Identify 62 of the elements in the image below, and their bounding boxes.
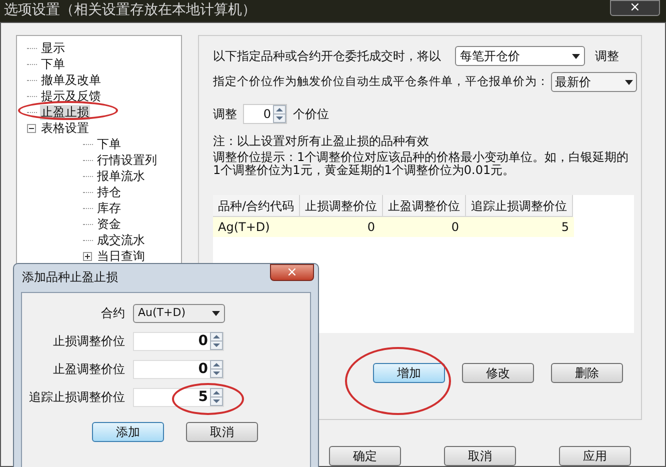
dialog-button[interactable]: 应用 [559,446,631,466]
spinner-arrows-icon [210,360,223,378]
highlight-ellipse [172,383,244,415]
tree-item[interactable]: 表格设置 [40,120,90,136]
dialog-button[interactable]: 添加 [92,422,164,442]
caret-icon [572,54,580,58]
adjust-unit: 个价位 [293,106,329,123]
tree-item[interactable]: 持仓 [96,184,122,200]
spinner-arrows-icon [210,332,223,350]
caret-icon [212,310,220,316]
tree-item[interactable]: 止盈止损 [40,104,90,120]
tree-item[interactable]: 下单 [96,136,122,152]
column-header[interactable]: 追踪止损调整价位 [466,195,574,217]
field-label: 止盈调整价位 [52,361,126,378]
tree-item[interactable]: 行情设置列 [96,152,158,168]
dialog-button[interactable]: 取消 [186,422,258,442]
dialog-button[interactable]: 删除 [551,363,623,383]
field-label: 合约 [100,305,126,322]
tree-item[interactable]: 下单 [40,56,66,72]
spinner-arrows-icon [273,105,286,123]
tree-item[interactable]: 显示 [40,40,66,56]
order-price-select[interactable]: 最新价 [551,72,637,92]
caret-icon [625,80,633,84]
number-field[interactable]: 5 [133,388,224,406]
dialog-button[interactable]: 确定 [329,446,401,466]
spinner-arrows-icon [210,388,223,406]
dialog-title: 添加品种止盈止损 [22,269,118,286]
table-cell-text: 5 [560,219,570,236]
table-cell-text: 0 [450,219,460,236]
close-button[interactable]: × [610,0,660,16]
tree-item[interactable]: 成交流水 [96,232,146,248]
tree-item[interactable]: 撤单及改单 [40,72,102,88]
table-cell-text: Ag(T+D) [217,219,271,236]
tree-item[interactable]: 提示及反馈 [40,88,102,104]
tree-item[interactable]: 当日查询 [96,248,146,264]
field-label: 追踪止损调整价位 [28,389,126,406]
note-text: 注：以上设置对所有止盈止损的品种有效 [213,134,430,149]
dialog-button[interactable]: 取消 [444,446,516,466]
column-header[interactable]: 止盈调整价位 [383,195,466,217]
tree-item[interactable]: 库存 [96,200,122,216]
dialog-button[interactable]: 修改 [462,363,534,383]
adjust-label: 调整 [213,106,237,123]
adjust-spinner[interactable]: 0 [243,104,287,124]
column-header[interactable]: 止损调整价位 [300,195,384,217]
settings-text: 以下指定品种或合约开仓委托成交时，将以 [213,48,441,65]
window-title: 选项设置（相关设置存放在本地计算机） [4,1,256,20]
settings-text: 调整 [595,48,619,65]
collapse-icon[interactable] [27,124,36,132]
dialog-button[interactable]: 增加 [373,363,445,383]
tree-item[interactable]: 报单流水 [96,168,146,184]
tree-item[interactable]: 资金 [96,216,122,232]
expand-icon[interactable] [83,252,92,260]
number-field[interactable]: 0 [133,360,224,378]
contract-select[interactable]: Au(T+D) [133,304,225,322]
table-row[interactable]: Ag(T+D) 0 0 5 [213,217,574,237]
field-label: 止损调整价位 [52,333,126,350]
table-cell-text: 0 [366,219,376,236]
price-select[interactable]: 每笔开仓价 [455,46,585,66]
settings-text: 指定个价位作为触发价位自动生成平仓条件单，平仓报单价为： [213,73,549,90]
column-header[interactable]: 品种/合约代码 [213,195,300,217]
number-field[interactable]: 0 [133,332,224,350]
hint-text: 调整价位提示：1个调整价位对应该品种的价格最小变动单位。如，白银延期的1个调整价位为1元，黄金延期的1个调整价位为0.01元。 [213,151,629,177]
